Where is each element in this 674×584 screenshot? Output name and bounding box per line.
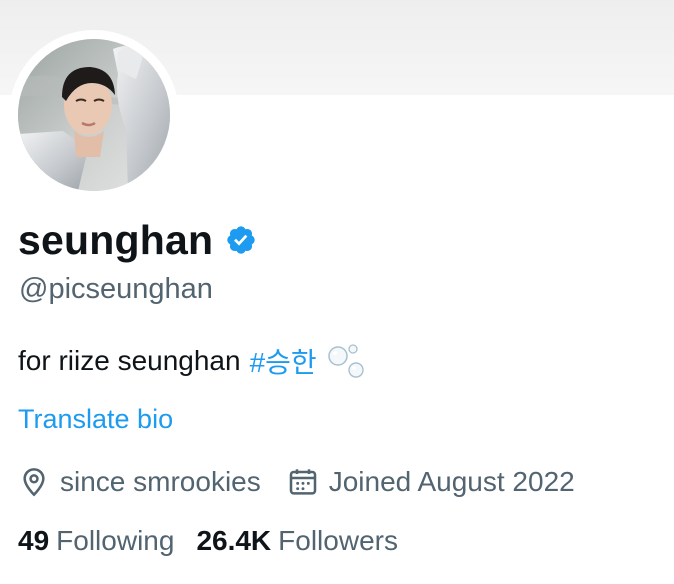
bio-text: for riize seunghan bbox=[18, 345, 241, 376]
profile-avatar[interactable] bbox=[18, 39, 170, 191]
location-item: since smrookies bbox=[18, 466, 261, 498]
bubbles-icon bbox=[326, 342, 370, 380]
followers-count: 26.4K bbox=[196, 525, 272, 556]
translate-bio-link[interactable]: Translate bio bbox=[18, 404, 173, 435]
joined-text: Joined August 2022 bbox=[328, 466, 575, 497]
display-name: seunghan bbox=[18, 216, 214, 263]
name-row: seunghan bbox=[18, 214, 257, 266]
follow-stats: 49 Following 26.4K Followers bbox=[18, 521, 398, 561]
following-link[interactable]: 49 Following bbox=[18, 525, 174, 557]
profile-bio: for riize seunghan #승한 bbox=[18, 341, 370, 381]
bio-hashtag-link[interactable]: #승한 bbox=[250, 341, 317, 381]
followers-label: Followers bbox=[278, 525, 398, 556]
profile-meta: since smrookies Joined August 2022 bbox=[18, 462, 575, 502]
joined-item: Joined August 2022 bbox=[287, 466, 575, 498]
location-pin-icon bbox=[18, 466, 50, 498]
calendar-icon bbox=[287, 466, 319, 498]
followers-link[interactable]: 26.4K Followers bbox=[196, 525, 398, 557]
avatar-ring bbox=[9, 30, 179, 200]
following-count: 49 bbox=[18, 525, 50, 556]
verified-badge-icon[interactable] bbox=[225, 224, 257, 256]
avatar-photo bbox=[18, 39, 170, 191]
profile-handle: @picseunghan bbox=[19, 273, 213, 305]
following-label: Following bbox=[56, 525, 175, 556]
location-text: since smrookies bbox=[60, 466, 261, 497]
